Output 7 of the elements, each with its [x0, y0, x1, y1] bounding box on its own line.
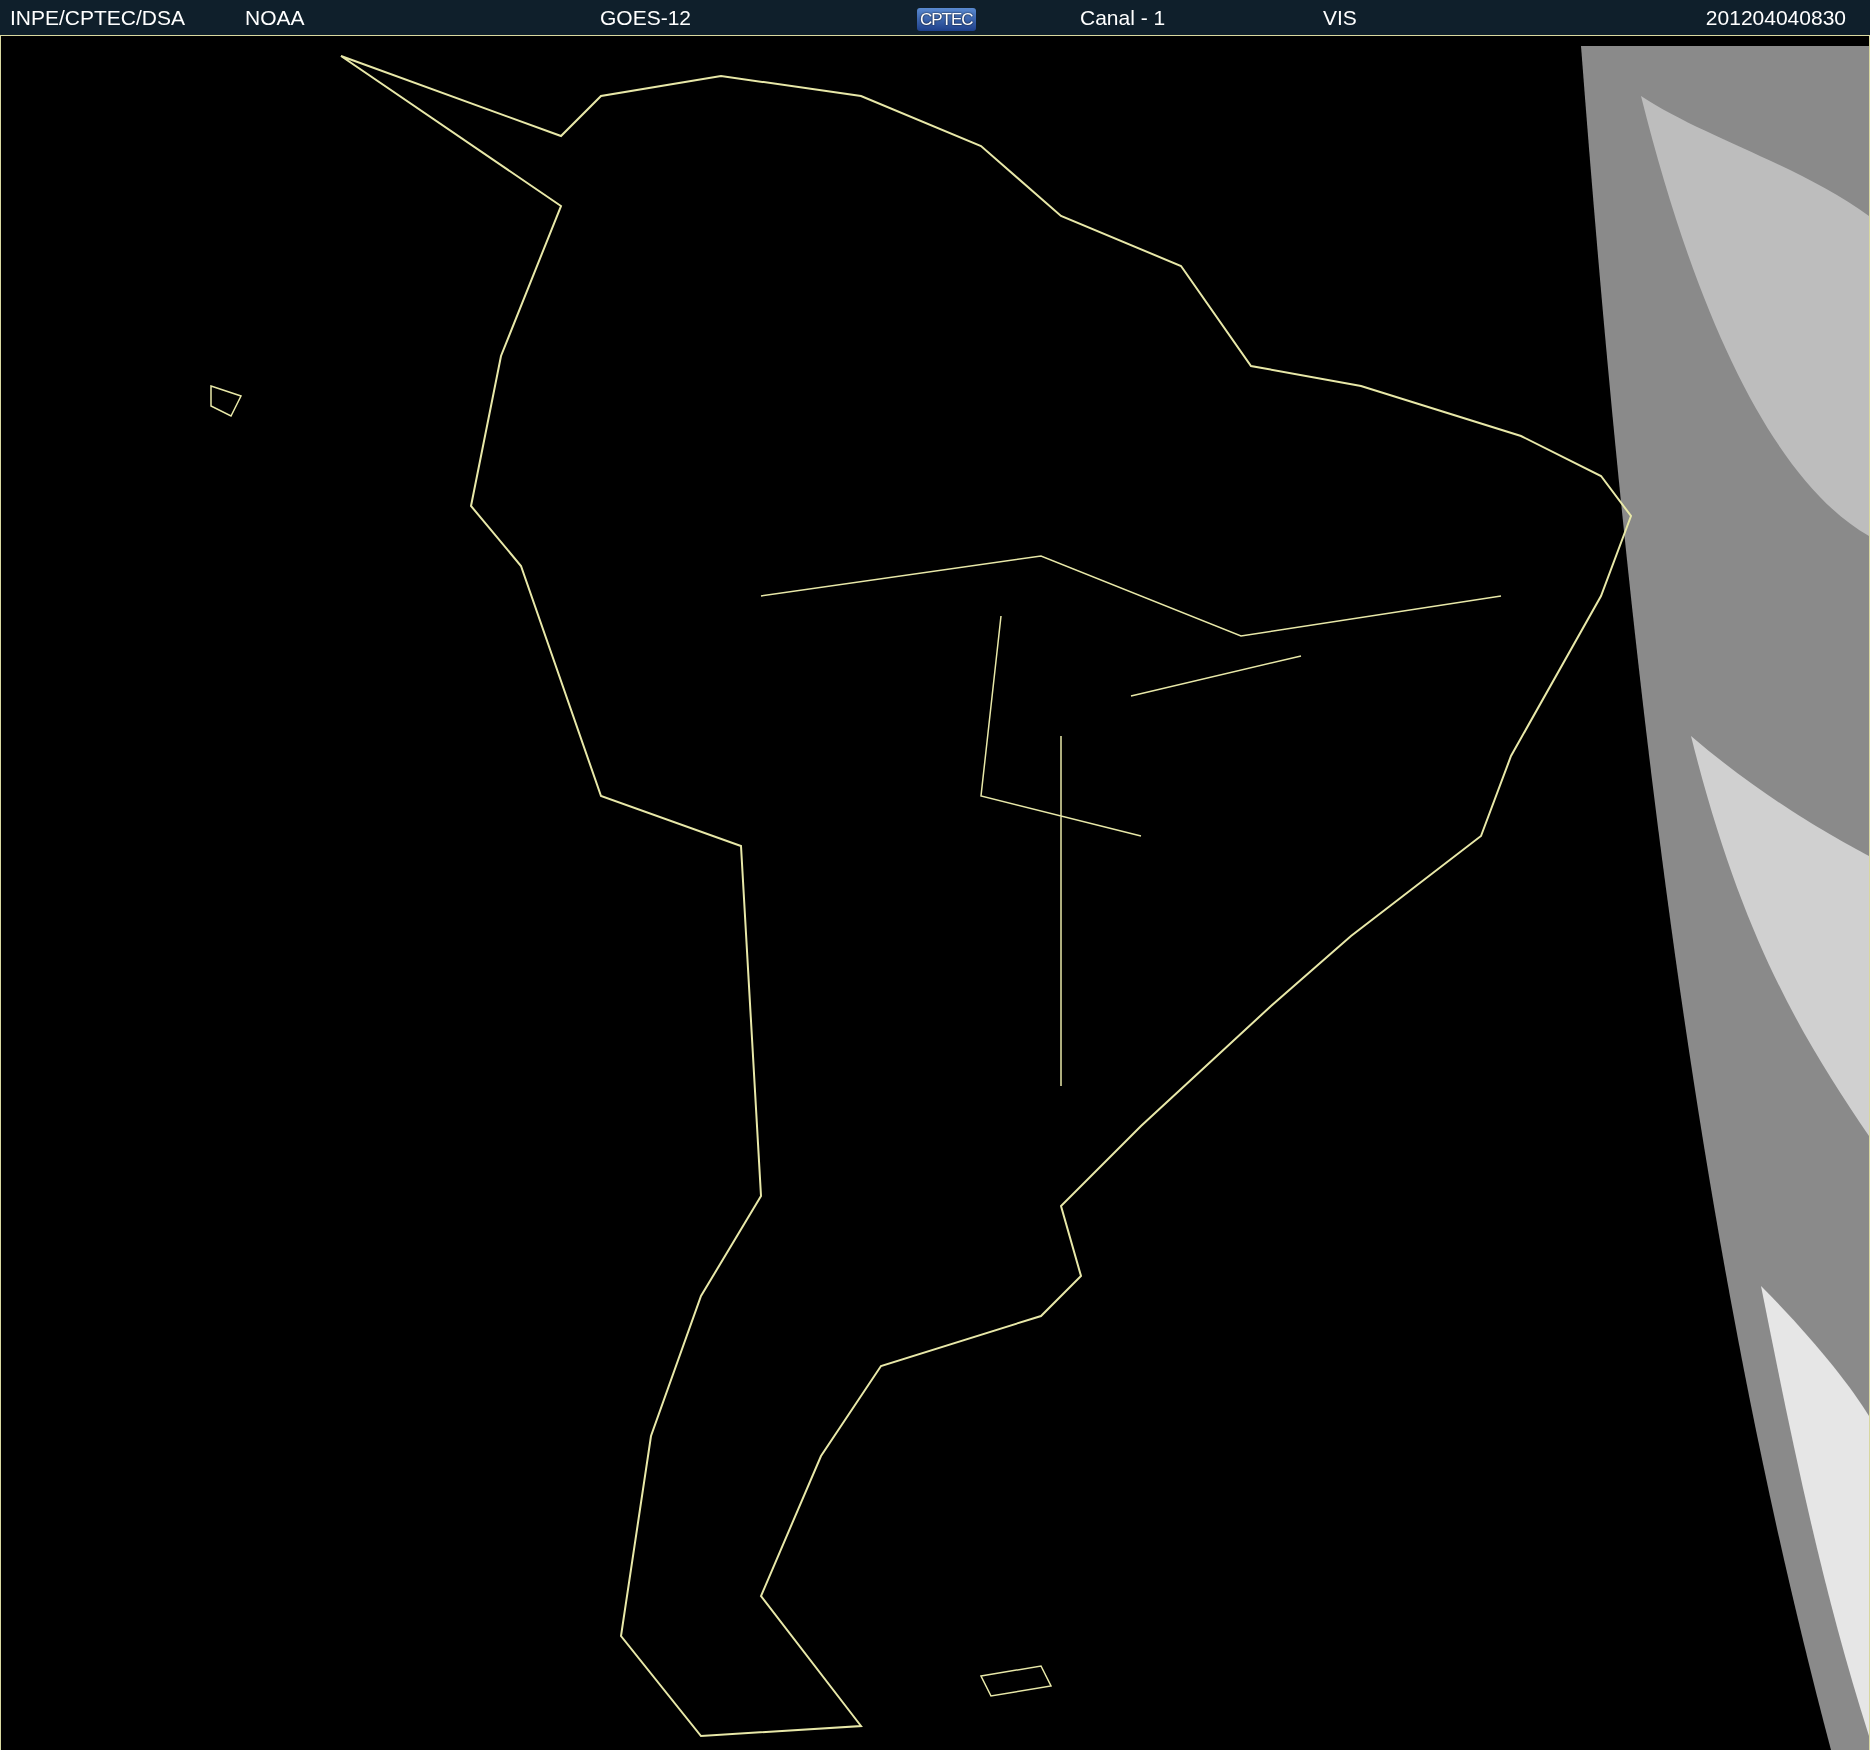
- header-label: 201204040830: [1705, 5, 1846, 29]
- header-label: INPE/CPTEC/DSA: [10, 5, 186, 29]
- header-label: GOES-12: [600, 5, 692, 29]
- header-label: Canal - 1: [1080, 5, 1166, 29]
- header-label: NOAA: [245, 5, 305, 29]
- header-label: VIS: [1323, 5, 1357, 29]
- logo: CPTEC: [917, 7, 976, 31]
